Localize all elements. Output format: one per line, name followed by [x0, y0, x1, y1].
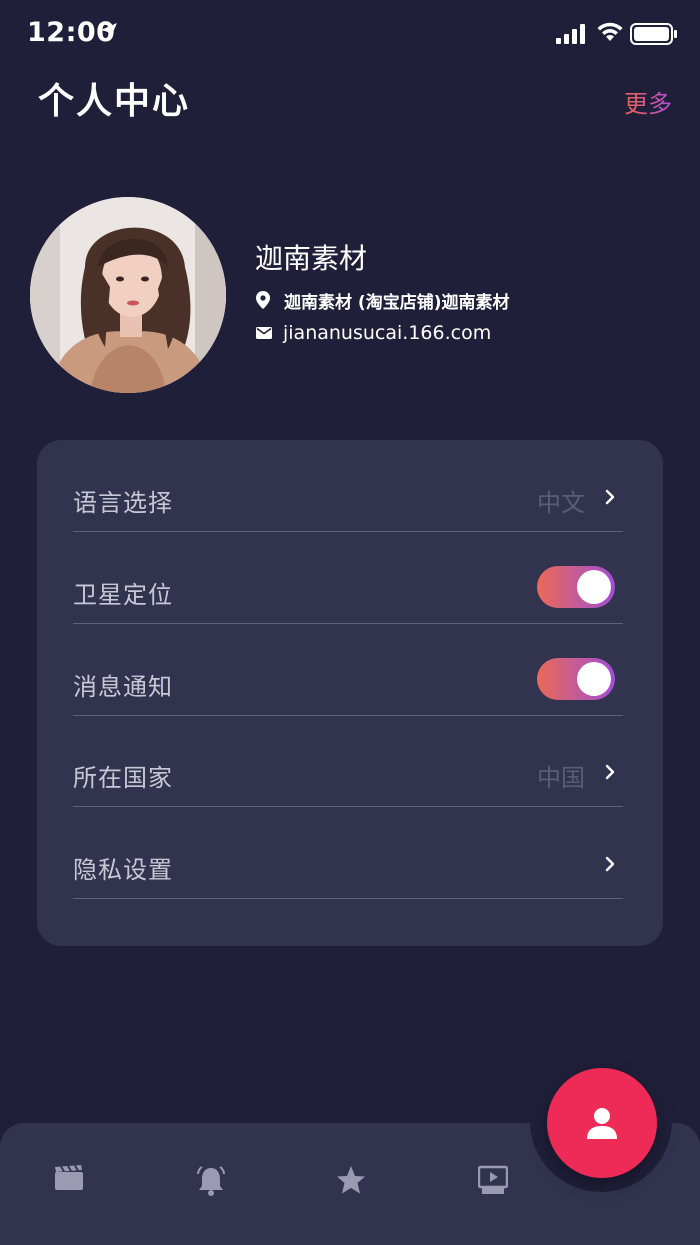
- row-value: 中文: [537, 489, 585, 517]
- row-label: 所在国家: [73, 764, 173, 792]
- profile-fab-button[interactable]: [547, 1068, 657, 1178]
- chevron-right-icon: [605, 764, 615, 780]
- star-icon[interactable]: [336, 1165, 366, 1195]
- avatar-portrait-image: [30, 197, 226, 393]
- row-label: 卫星定位: [73, 581, 173, 609]
- settings-row-privacy[interactable]: 隐私设置: [73, 807, 623, 899]
- settings-row-language[interactable]: 语言选择 中文: [73, 440, 623, 532]
- presentation-icon[interactable]: [478, 1165, 508, 1195]
- avatar[interactable]: [30, 197, 226, 393]
- row-label: 消息通知: [73, 673, 173, 701]
- mail-icon: [256, 327, 272, 339]
- screen: 12:00 个人中心 更多 迦南素材 迦南素材 (淘宝店铺)迦南素材 jiana…: [0, 0, 700, 1245]
- bell-icon[interactable]: [195, 1165, 227, 1197]
- row-label: 隐私设置: [73, 856, 173, 884]
- settings-row-notifications: 消息通知: [73, 624, 623, 716]
- chevron-right-icon: [605, 489, 615, 505]
- satellite-toggle[interactable]: [537, 566, 615, 608]
- status-bar: 12:00: [0, 0, 700, 66]
- toggle-knob: [577, 662, 611, 696]
- more-button[interactable]: 更多: [624, 84, 672, 119]
- profile-name: 迦南素材: [255, 242, 368, 275]
- settings-row-country[interactable]: 所在国家 中国: [73, 715, 623, 807]
- film-icon[interactable]: [54, 1165, 84, 1191]
- battery-icon: [630, 23, 677, 45]
- wifi-icon: [597, 22, 623, 41]
- row-value: 中国: [537, 764, 585, 792]
- chevron-right-icon: [605, 856, 615, 872]
- settings-card: 语言选择 中文 卫星定位 消息通知 所在国家 中国 隐私设置: [37, 440, 663, 946]
- notifications-toggle[interactable]: [537, 658, 615, 700]
- toggle-knob: [577, 570, 611, 604]
- profile-email: jiananusucai.166.com: [283, 322, 492, 344]
- profile-shop: 迦南素材 (淘宝店铺)迦南素材: [284, 293, 510, 313]
- settings-row-satellite: 卫星定位: [73, 532, 623, 624]
- page-title: 个人中心: [38, 81, 191, 122]
- profile-icon: [587, 1108, 617, 1139]
- row-label: 语言选择: [73, 489, 173, 517]
- cellular-signal-icon: [556, 24, 585, 44]
- location-arrow-icon: [101, 23, 117, 39]
- location-pin-icon: [256, 291, 270, 309]
